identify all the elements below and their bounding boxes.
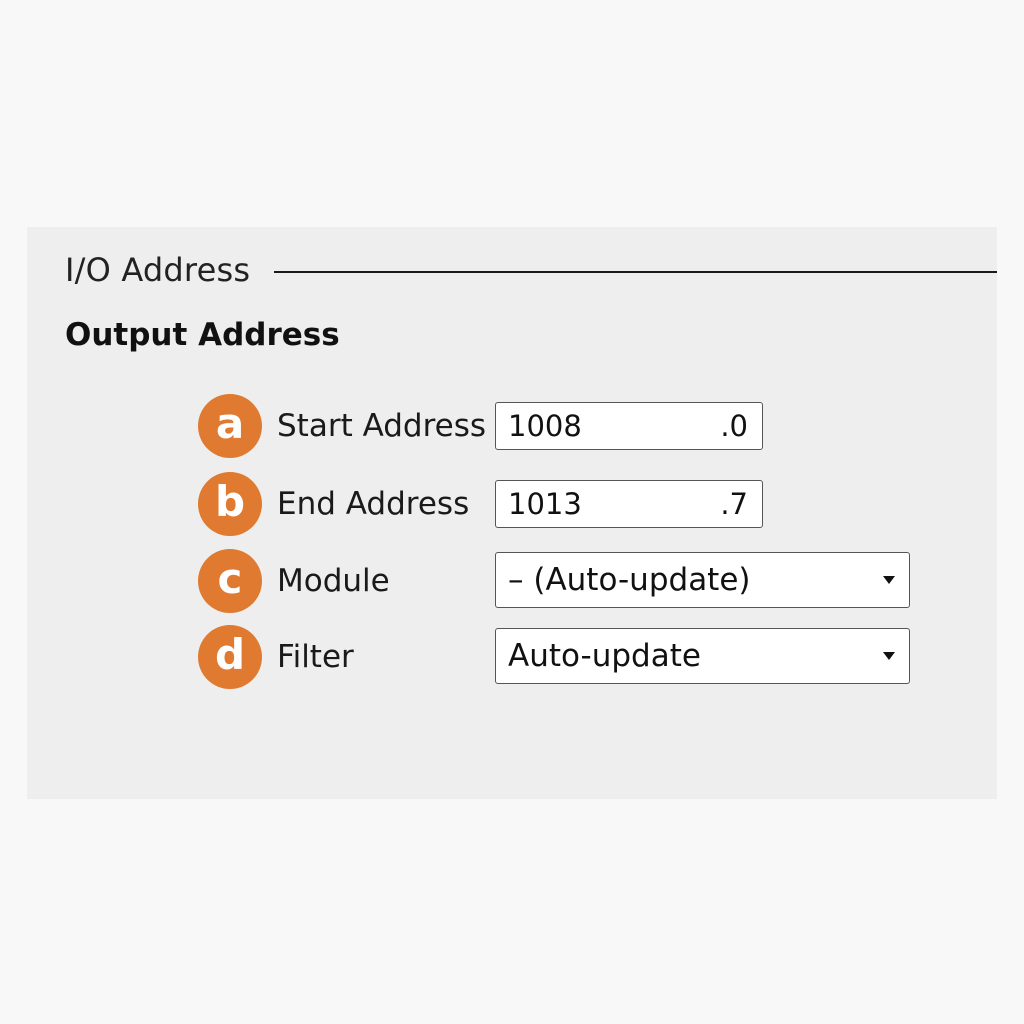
output-address-heading: Output Address (65, 317, 340, 353)
end-address-row: b End Address 1013 .7 (198, 472, 938, 536)
marker-d-badge: d (198, 625, 262, 689)
start-address-row: a Start Address 1008 .0 (198, 394, 938, 458)
start-address-field[interactable]: 1008 .0 (495, 402, 763, 450)
end-address-value: 1013 (508, 487, 582, 521)
module-label: Module (277, 563, 390, 599)
end-address-bit: .7 (720, 487, 748, 521)
start-address-value: 1008 (508, 409, 582, 443)
dropdown-arrow-icon[interactable] (883, 576, 895, 584)
start-address-label: Start Address (277, 408, 487, 444)
filter-selected-value: Auto-update (508, 638, 701, 674)
marker-b-badge: b (198, 472, 262, 536)
dropdown-arrow-icon[interactable] (883, 652, 895, 660)
module-selected-value: – (Auto-update) (508, 562, 751, 598)
start-address-bit: .0 (720, 409, 748, 443)
marker-c-badge: c (198, 549, 262, 613)
io-address-panel: I/O Address Output Address a Start Addre… (27, 227, 997, 799)
filter-select[interactable]: Auto-update (495, 628, 910, 684)
end-address-field[interactable]: 1013 .7 (495, 480, 763, 528)
end-address-label: End Address (277, 486, 470, 522)
module-row: c Module – (Auto-update) (198, 549, 938, 613)
module-select[interactable]: – (Auto-update) (495, 552, 910, 608)
io-address-group-header: I/O Address (65, 247, 997, 293)
filter-row: d Filter Auto-update (198, 625, 938, 689)
filter-label: Filter (277, 639, 354, 675)
group-divider (274, 270, 997, 273)
marker-a-badge: a (198, 394, 262, 458)
io-address-group-title: I/O Address (65, 251, 251, 289)
